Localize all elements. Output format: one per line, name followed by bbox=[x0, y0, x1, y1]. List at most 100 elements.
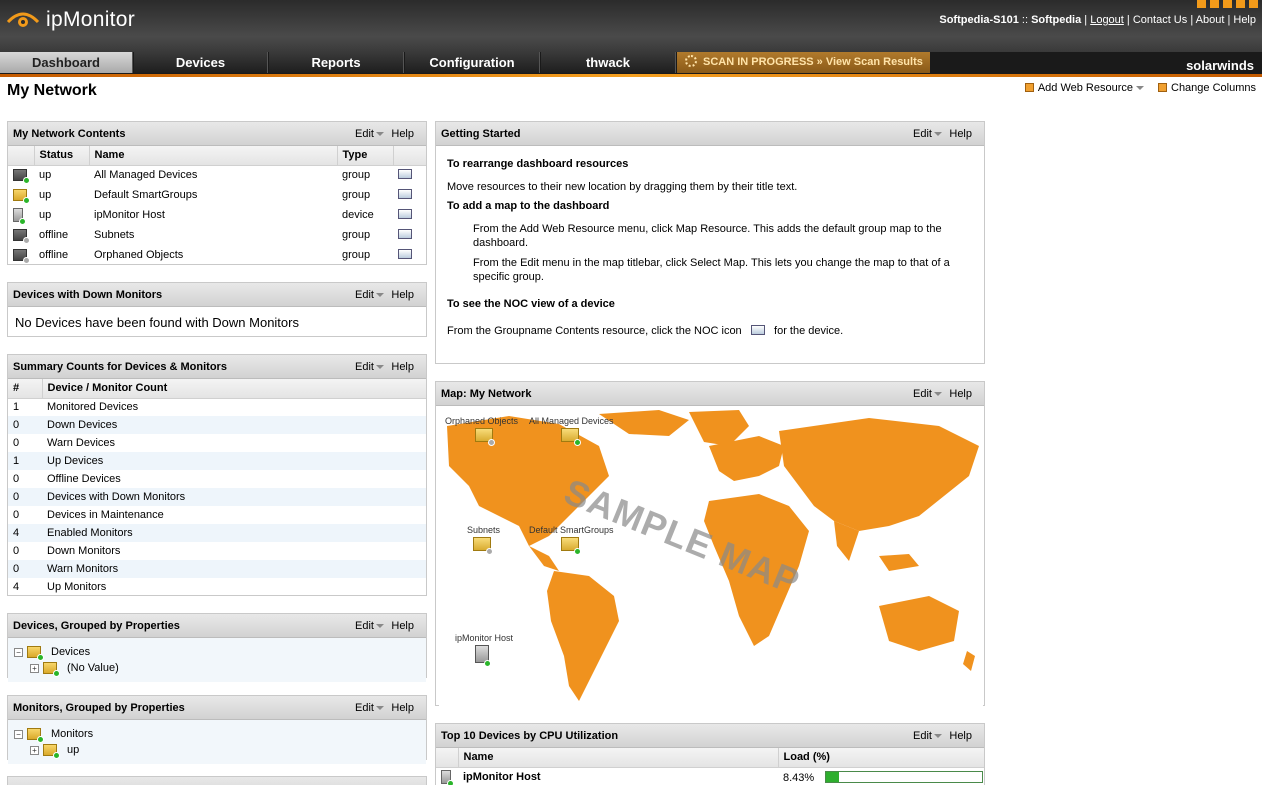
getting-started-content: To rearrange dashboard resources Move re… bbox=[436, 146, 984, 350]
table-row[interactable]: up ipMonitor Host device bbox=[8, 205, 426, 226]
help-link[interactable]: Help bbox=[391, 620, 414, 632]
help-link[interactable]: Help bbox=[949, 128, 972, 140]
account-links: Softpedia-S101 :: Softpedia | Logout | C… bbox=[939, 14, 1256, 26]
panel-header: Summary Counts for Devices & Monitors Ed… bbox=[8, 355, 426, 379]
about-link[interactable]: About bbox=[1196, 14, 1225, 26]
add-web-resource-button[interactable]: Add Web Resource bbox=[1024, 82, 1144, 94]
folder-up-icon bbox=[561, 428, 581, 446]
table-row[interactable]: offline Orphaned Objects group bbox=[8, 245, 426, 266]
monitors-grouped-panel: Monitors, Grouped by Properties Edit Hel… bbox=[7, 695, 427, 764]
map-node-all-managed-devices[interactable]: All Managed Devices bbox=[529, 416, 614, 446]
help-link[interactable]: Help bbox=[391, 128, 414, 140]
edit-menu[interactable]: Edit bbox=[355, 620, 384, 632]
table-row: 1 Up Devices bbox=[8, 452, 426, 470]
help-link[interactable]: Help bbox=[949, 730, 972, 742]
cpu-load-bar bbox=[825, 770, 983, 783]
collapse-icon[interactable]: − bbox=[14, 729, 23, 739]
empty-message: No Devices have been found with Down Mon… bbox=[15, 315, 299, 330]
edit-menu[interactable]: Edit bbox=[913, 388, 942, 400]
summary-counts-panel: Summary Counts for Devices & Monitors Ed… bbox=[7, 354, 427, 596]
tab-devices[interactable]: Devices bbox=[134, 52, 268, 73]
section-heading: To see the NOC view of a device bbox=[447, 298, 615, 310]
row-name-link[interactable]: All Managed Devices bbox=[89, 165, 337, 186]
help-link[interactable]: Help bbox=[391, 361, 414, 373]
help-link[interactable]: Help bbox=[1233, 14, 1256, 26]
contact-us-link[interactable]: Contact Us bbox=[1133, 14, 1187, 26]
table-row: 4 Up Monitors bbox=[13, 581, 107, 593]
table-row: 0 Warn Monitors bbox=[8, 560, 426, 578]
folder-grey-up-icon bbox=[13, 168, 30, 184]
table-row[interactable]: offline Subnets group bbox=[8, 225, 426, 246]
spinner-icon bbox=[685, 55, 697, 67]
help-link[interactable]: Help bbox=[949, 388, 972, 400]
solarwinds-logo: solarwinds bbox=[1186, 58, 1254, 73]
table-row[interactable]: up All Managed Devices group bbox=[8, 165, 426, 186]
column-header-type[interactable]: Type bbox=[337, 146, 394, 166]
tab-reports[interactable]: Reports bbox=[269, 52, 404, 73]
map-node-ipmonitor-host[interactable]: ipMonitor Host bbox=[455, 633, 513, 667]
brand-squares bbox=[1197, 0, 1258, 8]
monitors-tree: − Monitors + up bbox=[8, 720, 426, 764]
device-name-link[interactable]: ipMonitor Host bbox=[458, 767, 778, 785]
row-name-link[interactable]: Orphaned Objects bbox=[89, 245, 337, 266]
ipmonitor-logo[interactable]: ipMonitor bbox=[6, 8, 135, 32]
map-node-orphaned-objects[interactable]: Orphaned Objects bbox=[445, 416, 518, 446]
table-row[interactable]: up Default SmartGroups group bbox=[8, 185, 426, 206]
edit-menu[interactable]: Edit bbox=[355, 361, 384, 373]
column-header-status[interactable]: Status bbox=[34, 146, 90, 166]
panel-title[interactable]: Devices with Down Monitors bbox=[13, 289, 162, 301]
edit-menu[interactable]: Edit bbox=[913, 128, 942, 140]
scan-progress-link[interactable]: SCAN IN PROGRESS » View Scan Results bbox=[677, 52, 930, 73]
expand-icon[interactable]: + bbox=[30, 745, 39, 755]
column-header-name[interactable]: Name bbox=[89, 146, 338, 166]
folder-up-icon bbox=[43, 744, 60, 759]
row-name-link[interactable]: Default SmartGroups bbox=[89, 185, 337, 206]
tree-node[interactable]: + up bbox=[14, 742, 420, 759]
tab-thwack[interactable]: thwack bbox=[541, 52, 676, 73]
panel-title[interactable]: Monitors, Grouped by Properties bbox=[13, 702, 185, 714]
folder-up-icon bbox=[561, 537, 581, 555]
devices-grouped-panel: Devices, Grouped by Properties Edit Help… bbox=[7, 613, 427, 682]
network-map[interactable]: SAMPLE MAP Orphaned Objects All Managed … bbox=[439, 406, 983, 706]
tab-dashboard[interactable]: Dashboard bbox=[0, 52, 133, 73]
tree-node[interactable]: − Devices bbox=[14, 644, 420, 661]
table-row: 4 Enabled Monitors bbox=[8, 524, 426, 542]
edit-menu[interactable]: Edit bbox=[355, 128, 384, 140]
collapse-icon[interactable]: − bbox=[14, 647, 23, 657]
panel-title[interactable]: Devices, Grouped by Properties bbox=[13, 620, 180, 632]
noc-view-icon[interactable] bbox=[398, 209, 412, 219]
edit-menu[interactable]: Edit bbox=[355, 702, 384, 714]
tree-node[interactable]: + (No Value) bbox=[14, 660, 420, 677]
noc-view-icon[interactable] bbox=[398, 169, 412, 179]
page-title: My Network bbox=[7, 82, 97, 99]
noc-view-icon[interactable] bbox=[398, 229, 412, 239]
change-columns-button[interactable]: Change Columns bbox=[1158, 82, 1256, 94]
edit-menu[interactable]: Edit bbox=[913, 730, 942, 742]
panel-title[interactable]: Top 10 Devices by CPU Utilization bbox=[441, 730, 618, 742]
row-name-link[interactable]: ipMonitor Host bbox=[89, 205, 337, 226]
panel-header: Getting Started Edit Help bbox=[436, 122, 984, 146]
help-link[interactable]: Help bbox=[391, 289, 414, 301]
panel-title[interactable]: Map: My Network bbox=[441, 388, 531, 400]
table-row[interactable]: ipMonitor Host 8.43% bbox=[436, 767, 984, 785]
map-node-subnets[interactable]: Subnets bbox=[467, 525, 500, 555]
devices-tree: − Devices + (No Value) bbox=[8, 638, 426, 682]
tab-configuration[interactable]: Configuration bbox=[405, 52, 540, 73]
table-row: 0 Down Devices bbox=[8, 416, 426, 434]
summary-table: # Device / Monitor Count 1 Monitored Devi… bbox=[8, 379, 426, 596]
panel-title[interactable]: Getting Started bbox=[441, 128, 520, 140]
table-row: 0 Down Monitors bbox=[13, 545, 121, 557]
noc-view-icon[interactable] bbox=[398, 249, 412, 259]
panel-title[interactable]: Summary Counts for Devices & Monitors bbox=[13, 361, 227, 373]
folder-offline-icon bbox=[475, 428, 495, 446]
expand-icon[interactable]: + bbox=[30, 663, 39, 673]
help-link[interactable]: Help bbox=[391, 702, 414, 714]
noc-view-icon[interactable] bbox=[398, 189, 412, 199]
map-node-default-smartgroups[interactable]: Default SmartGroups bbox=[529, 525, 614, 555]
down-monitors-panel: Devices with Down Monitors Edit Help No … bbox=[7, 282, 427, 337]
tree-node[interactable]: − Monitors bbox=[14, 726, 420, 743]
edit-menu[interactable]: Edit bbox=[355, 289, 384, 301]
panel-title[interactable]: My Network Contents bbox=[13, 128, 125, 140]
row-name-link[interactable]: Subnets bbox=[89, 225, 337, 246]
logout-link[interactable]: Logout bbox=[1090, 14, 1124, 26]
